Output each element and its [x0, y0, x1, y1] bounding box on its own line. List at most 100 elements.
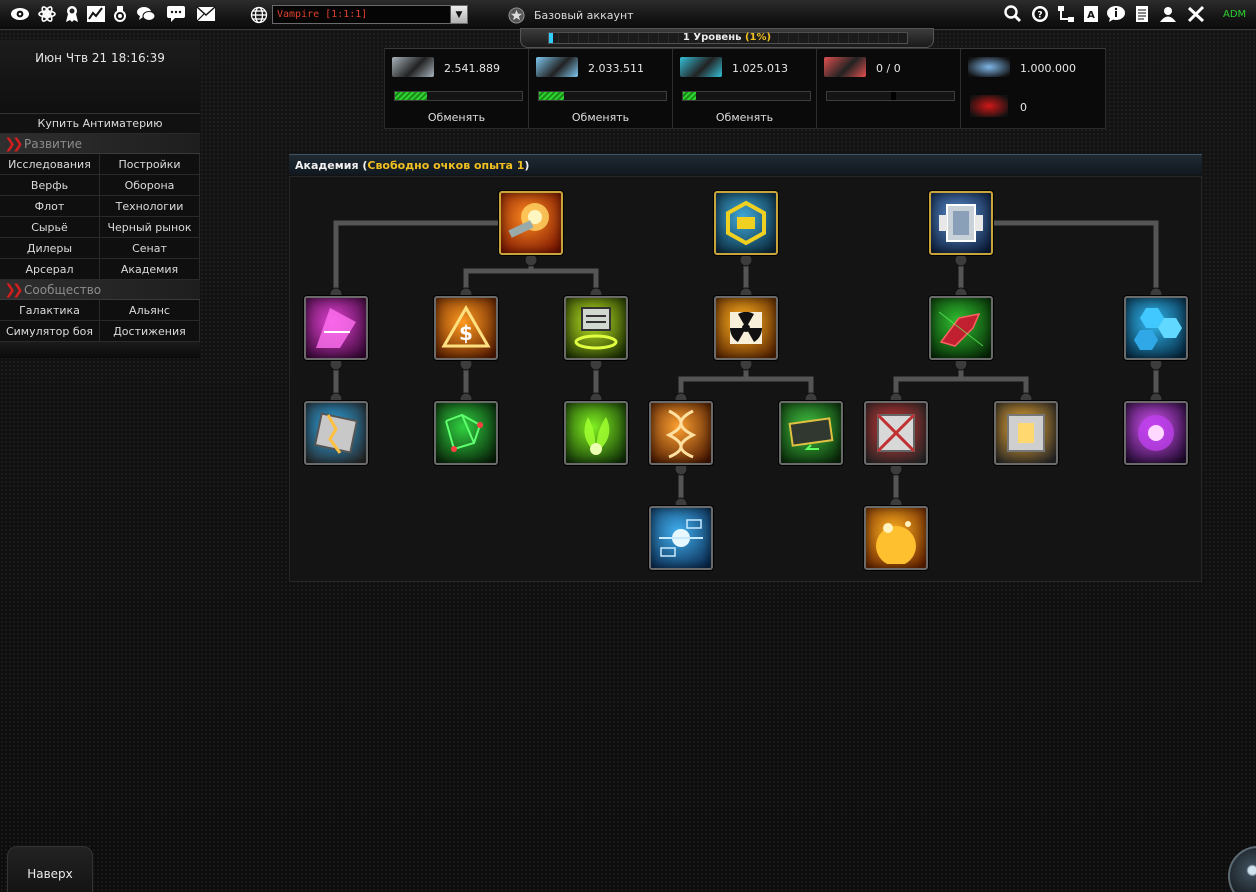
- development-menu: Исследования Постройки Верфь Оборона Фло…: [0, 154, 200, 280]
- resource-crystal: 2.033.511 Обменять: [529, 49, 673, 128]
- search-icon[interactable]: [1002, 4, 1024, 24]
- shield-plating-icon: [939, 204, 983, 242]
- menu-resources[interactable]: Сырьё: [0, 217, 100, 238]
- server-clock: Июн Чтв 21 18:16:39: [35, 51, 165, 65]
- info-icon[interactable]: [1105, 4, 1127, 24]
- academy-node-dna[interactable]: [649, 401, 713, 465]
- academy-node-network[interactable]: [434, 401, 498, 465]
- exchange-link[interactable]: Обменять: [385, 111, 528, 124]
- chevron-down-icon[interactable]: ▼: [450, 6, 467, 23]
- menu-galaxy[interactable]: Галактика: [0, 300, 100, 321]
- resource-storage-fill: [539, 92, 565, 100]
- planet-select[interactable]: Vampire [1:1:1] ▼: [250, 5, 468, 24]
- resource-storage-fill: [395, 92, 427, 100]
- star-badge-icon: [508, 6, 525, 24]
- solar-icon: [876, 521, 916, 564]
- antimatter-icon: [968, 57, 1010, 77]
- tree-icon[interactable]: [1055, 4, 1077, 24]
- academy-node-computer[interactable]: [649, 506, 713, 570]
- academy-tree: $: [289, 176, 1202, 582]
- users-icon[interactable]: [1157, 4, 1179, 24]
- nuclear-icon: [729, 311, 763, 344]
- plasma-icon: [1138, 415, 1174, 451]
- buy-antimatter-link[interactable]: Купить Антиматерию: [0, 114, 200, 134]
- academy-node-structure[interactable]: [864, 401, 928, 465]
- academy-node-shield[interactable]: [929, 191, 993, 255]
- resource-row: 0: [961, 89, 1105, 125]
- dna-icon: [665, 409, 697, 459]
- bio-icon: [584, 417, 610, 455]
- document-icon[interactable]: [1131, 4, 1153, 24]
- left-menu: Купить Антиматерию ❯❯ Развитие Исследова…: [0, 114, 200, 358]
- menu-fleet[interactable]: Флот: [0, 196, 100, 217]
- level-bar: 1 Уровень (1%): [520, 28, 934, 48]
- menu-technologies[interactable]: Технологии: [100, 196, 200, 217]
- academy-node-energy[interactable]: [714, 191, 778, 255]
- menu-shipyard[interactable]: Верфь: [0, 175, 100, 196]
- menu-achievements[interactable]: Достижения: [100, 321, 200, 342]
- atom-icon[interactable]: [36, 4, 58, 24]
- academy-node-hexshield[interactable]: [1124, 296, 1188, 360]
- exchange-link[interactable]: Обменять: [673, 111, 816, 124]
- menu-alliance[interactable]: Альянс: [100, 300, 200, 321]
- exchange-link[interactable]: Обменять: [529, 111, 672, 124]
- menu-arsenal[interactable]: Арсерал: [0, 259, 100, 280]
- account-status: Базовый аккаунт: [508, 6, 634, 24]
- chevron-right-icon: ❯❯: [4, 281, 23, 298]
- resource-value: 1.025.013: [732, 62, 788, 75]
- medal-icon[interactable]: [61, 4, 83, 24]
- academy-node-reactor[interactable]: [994, 401, 1058, 465]
- message-icon[interactable]: [165, 4, 187, 24]
- resource-value: 1.000.000: [1020, 62, 1076, 75]
- menu-senate[interactable]: Сенат: [100, 238, 200, 259]
- menu-research[interactable]: Исследования: [0, 154, 100, 175]
- resource-energy: 0 / 0: [817, 49, 961, 128]
- stats-icon[interactable]: [85, 4, 107, 24]
- section-title: Развитие: [24, 136, 83, 151]
- menu-academy[interactable]: Академия: [100, 259, 200, 280]
- chevron-right-icon: ❯❯: [4, 135, 23, 152]
- resource-deuterium: 1.025.013 Обменять: [673, 49, 817, 128]
- help-icon[interactable]: ?: [1029, 4, 1051, 24]
- trophy-icon[interactable]: [109, 4, 131, 24]
- svg-text:A: A: [1087, 10, 1095, 21]
- academy-node-bio[interactable]: [564, 401, 628, 465]
- hex-shield-icon: [1134, 308, 1182, 350]
- resource-value: 0 / 0: [876, 62, 901, 75]
- menu-buildings[interactable]: Постройки: [100, 154, 200, 175]
- notes-icon[interactable]: A: [1080, 4, 1102, 24]
- academy-node-storage[interactable]: [564, 296, 628, 360]
- scroll-top-button[interactable]: Наверх: [7, 846, 93, 892]
- cargo-icon: [788, 417, 834, 450]
- menu-dealers[interactable]: Дилеры: [0, 238, 100, 259]
- storage-icon: [574, 307, 618, 350]
- academy-node-plasma[interactable]: [1124, 401, 1188, 465]
- mail-icon[interactable]: [195, 4, 217, 24]
- energy-balance-bar: [826, 91, 955, 101]
- academy-title: Академия: [295, 158, 359, 172]
- menu-defense[interactable]: Оборона: [100, 175, 200, 196]
- admin-label[interactable]: ADM: [1223, 9, 1246, 20]
- academy-node-nuclear[interactable]: [714, 296, 778, 360]
- academy-node-armor[interactable]: [304, 401, 368, 465]
- tools-icon[interactable]: [1185, 4, 1207, 24]
- academy-node-fleet[interactable]: [929, 296, 993, 360]
- academy-node-cargo[interactable]: [779, 401, 843, 465]
- academy-node-solar[interactable]: [864, 506, 928, 570]
- resource-value: 2.033.511: [588, 62, 644, 75]
- top-bar: Vampire [1:1:1] ▼ Базовый аккаунт ? A AD…: [0, 0, 1256, 30]
- menu-battle-simulator[interactable]: Симулятор боя: [0, 321, 100, 342]
- orb-icon[interactable]: [1228, 846, 1256, 892]
- academy-node-attack[interactable]: [499, 191, 563, 255]
- attack-icon: [508, 203, 549, 238]
- section-development: ❯❯ Развитие: [0, 134, 200, 154]
- planet-dropdown[interactable]: Vampire [1:1:1] ▼: [272, 5, 468, 24]
- svg-text:$: $: [459, 321, 473, 345]
- resource-storage-bar: [538, 91, 667, 101]
- section-community: ❯❯ Сообщество: [0, 280, 200, 300]
- menu-black-market[interactable]: Черный рынок: [100, 217, 200, 238]
- academy-node-trade[interactable]: $: [434, 296, 498, 360]
- academy-node-pink[interactable]: [304, 296, 368, 360]
- chat-icon[interactable]: [135, 4, 157, 24]
- eye-icon[interactable]: [9, 4, 31, 24]
